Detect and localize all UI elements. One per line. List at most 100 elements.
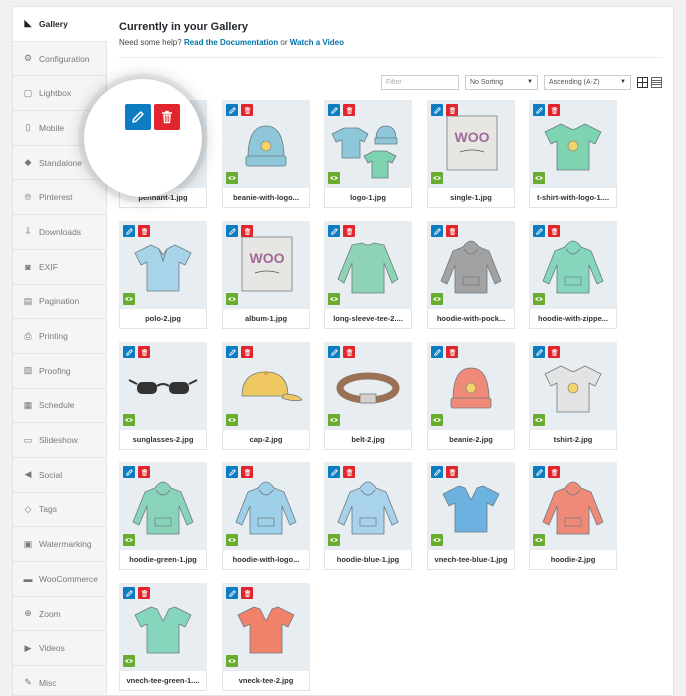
sidebar-item-pagination[interactable]: ▤ Pagination	[13, 285, 106, 320]
view-button[interactable]	[328, 534, 340, 546]
delete-button[interactable]	[138, 225, 150, 237]
delete-button[interactable]	[446, 466, 458, 478]
edit-button[interactable]	[431, 104, 443, 116]
gallery-item[interactable]: polo-2.jpg	[119, 221, 207, 333]
edit-button[interactable]	[431, 346, 443, 358]
sidebar-item-exif[interactable]: ◙ EXIF	[13, 250, 106, 285]
sidebar-item-woocommerce[interactable]: ▬ WooCommerce	[13, 562, 106, 597]
sidebar-item-printing[interactable]: ⎙ Printing	[13, 319, 106, 354]
edit-button[interactable]	[123, 225, 135, 237]
gallery-item[interactable]: WOO album-1.jpg	[222, 221, 310, 333]
list-view-icon[interactable]	[651, 77, 662, 88]
view-button[interactable]	[226, 172, 238, 184]
delete-button[interactable]	[446, 104, 458, 116]
sidebar-item-slideshow[interactable]: ▭ Slideshow	[13, 423, 106, 458]
delete-button[interactable]	[138, 466, 150, 478]
delete-button[interactable]	[241, 587, 253, 599]
delete-button[interactable]	[548, 466, 560, 478]
thumbnail[interactable]	[222, 462, 310, 550]
edit-button[interactable]	[123, 346, 135, 358]
thumbnail[interactable]	[529, 100, 617, 188]
filter-input[interactable]: Filter	[381, 75, 459, 90]
thumbnail[interactable]	[427, 342, 515, 430]
delete-button[interactable]	[241, 225, 253, 237]
sidebar-item-social[interactable]: ◀ Social	[13, 458, 106, 493]
delete-button[interactable]	[138, 587, 150, 599]
delete-button[interactable]	[343, 225, 355, 237]
gallery-item[interactable]: hoodie-2.jpg	[529, 462, 617, 574]
sidebar-item-proofing[interactable]: ▧ Proofing	[13, 354, 106, 389]
view-button[interactable]	[328, 293, 340, 305]
view-button[interactable]	[431, 534, 443, 546]
documentation-link[interactable]: Read the Documentation	[184, 38, 278, 47]
gallery-item[interactable]: t-shirt-with-logo-1....	[529, 100, 617, 212]
view-button[interactable]	[123, 293, 135, 305]
thumbnail[interactable]	[427, 462, 515, 550]
edit-button[interactable]	[226, 104, 238, 116]
gallery-item[interactable]: hoodie-green-1.jpg	[119, 462, 207, 574]
edit-button[interactable]	[328, 225, 340, 237]
gallery-item[interactable]: vnech-tee-green-1....	[119, 583, 207, 695]
order-select[interactable]: Ascending (A-Z) ▼	[544, 75, 631, 90]
thumbnail[interactable]	[427, 221, 515, 309]
thumbnail[interactable]	[529, 221, 617, 309]
grid-view-icon[interactable]	[637, 77, 648, 88]
edit-button[interactable]	[328, 466, 340, 478]
sidebar-item-pinterest[interactable]: ℗ Pinterest	[13, 180, 106, 216]
sidebar-item-schedule[interactable]: ▦ Schedule	[13, 389, 106, 424]
thumbnail[interactable]	[222, 342, 310, 430]
delete-button[interactable]	[446, 225, 458, 237]
edit-button[interactable]	[226, 225, 238, 237]
delete-button[interactable]	[241, 466, 253, 478]
delete-button[interactable]	[343, 466, 355, 478]
edit-button[interactable]	[123, 466, 135, 478]
thumbnail[interactable]	[119, 221, 207, 309]
thumbnail[interactable]	[119, 342, 207, 430]
delete-button[interactable]	[343, 104, 355, 116]
gallery-item[interactable]: hoodie-blue-1.jpg	[324, 462, 412, 574]
thumbnail[interactable]: WOO	[222, 221, 310, 309]
gallery-item[interactable]: long-sleeve-tee-2....	[324, 221, 412, 333]
gallery-item[interactable]: vneck-tee-2.jpg	[222, 583, 310, 695]
thumbnail[interactable]	[529, 342, 617, 430]
gallery-item[interactable]: WOO single-1.jpg	[427, 100, 515, 212]
view-button[interactable]	[431, 172, 443, 184]
view-button[interactable]	[226, 655, 238, 667]
delete-button[interactable]	[548, 225, 560, 237]
sidebar-item-configuration[interactable]: ⚙ Configuration	[13, 42, 106, 77]
view-button[interactable]	[431, 414, 443, 426]
gallery-item[interactable]: tshirt-2.jpg	[529, 342, 617, 454]
view-button[interactable]	[533, 293, 545, 305]
edit-button[interactable]	[533, 346, 545, 358]
gallery-item[interactable]: sunglasses-2.jpg	[119, 342, 207, 454]
thumbnail[interactable]	[324, 342, 412, 430]
view-button[interactable]	[123, 534, 135, 546]
gallery-item[interactable]: beanie-2.jpg	[427, 342, 515, 454]
delete-button[interactable]	[446, 346, 458, 358]
gallery-item[interactable]: vnech-tee-blue-1.jpg	[427, 462, 515, 574]
thumbnail[interactable]	[324, 100, 412, 188]
gallery-item[interactable]: cap-2.jpg	[222, 342, 310, 454]
gallery-item[interactable]: hoodie-with-pock...	[427, 221, 515, 333]
sidebar-item-zoom[interactable]: ⊕ Zoom	[13, 597, 106, 632]
sidebar-item-tags[interactable]: ◇ Tags	[13, 493, 106, 528]
thumbnail[interactable]	[119, 583, 207, 671]
gallery-item[interactable]: hoodie-with-zippe...	[529, 221, 617, 333]
delete-button[interactable]	[138, 346, 150, 358]
thumbnail[interactable]	[529, 462, 617, 550]
callout-delete-button[interactable]	[154, 104, 180, 130]
delete-button[interactable]	[241, 104, 253, 116]
edit-button[interactable]	[533, 466, 545, 478]
thumbnail[interactable]	[324, 462, 412, 550]
view-button[interactable]	[226, 293, 238, 305]
delete-button[interactable]	[241, 346, 253, 358]
view-button[interactable]	[533, 534, 545, 546]
delete-button[interactable]	[548, 346, 560, 358]
delete-button[interactable]	[548, 104, 560, 116]
edit-button[interactable]	[431, 225, 443, 237]
sidebar-item-downloads[interactable]: ⇩ Downloads	[13, 215, 106, 250]
thumbnail[interactable]	[324, 221, 412, 309]
sorting-select[interactable]: No Sorting ▼	[465, 75, 538, 90]
thumbnail[interactable]	[222, 100, 310, 188]
gallery-item[interactable]: hoodie-with-logo...	[222, 462, 310, 574]
